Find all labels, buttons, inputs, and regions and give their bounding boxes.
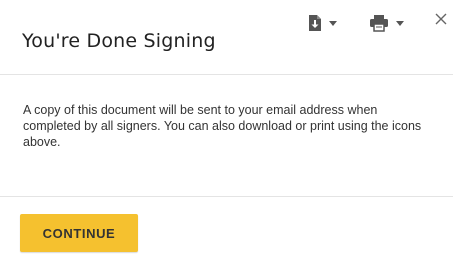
done-signing-dialog: You're Done Signing A copy of this docum… [0, 0, 453, 269]
dialog-title: You're Done Signing [22, 30, 216, 52]
dialog-body: A copy of this document will be sent to … [0, 75, 453, 197]
print-icon [369, 14, 389, 32]
dialog-footer: CONTINUE [0, 197, 453, 269]
chevron-down-icon [329, 20, 337, 26]
chevron-down-icon [396, 20, 404, 26]
download-icon [308, 14, 322, 32]
dialog-message: A copy of this document will be sent to … [23, 103, 422, 149]
print-menu-button[interactable] [369, 13, 404, 33]
download-menu-button[interactable] [308, 13, 337, 33]
dialog-header: You're Done Signing [0, 0, 453, 75]
continue-button[interactable]: CONTINUE [20, 214, 138, 252]
close-icon [434, 13, 448, 30]
close-button[interactable] [434, 12, 448, 26]
